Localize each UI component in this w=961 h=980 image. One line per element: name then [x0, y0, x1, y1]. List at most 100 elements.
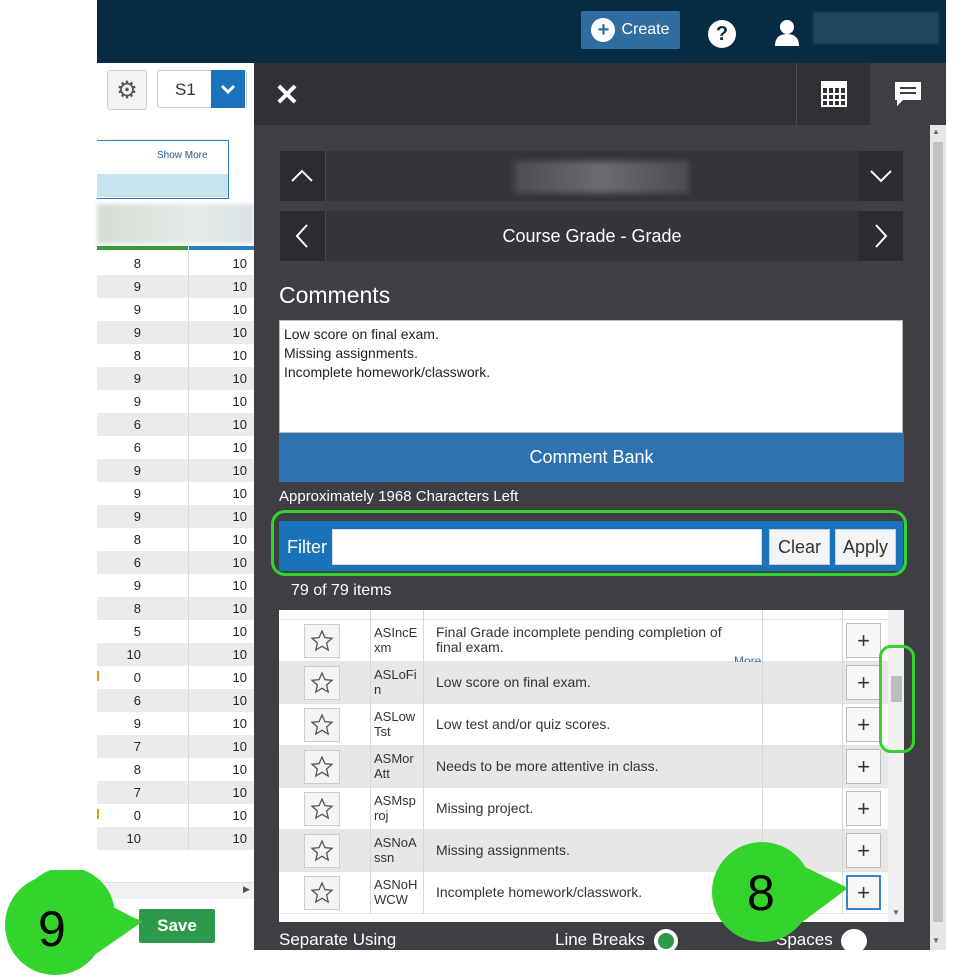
plus-icon: + — [857, 879, 870, 905]
max-score-cell: 10 — [232, 670, 247, 685]
star-icon — [310, 839, 334, 862]
chevron-left-icon — [295, 224, 308, 248]
column-divider — [370, 662, 371, 704]
comment-code: ASLoFi n — [374, 667, 417, 697]
show-more-link[interactable]: Show More — [157, 150, 208, 161]
score-cell[interactable]: 8 — [97, 758, 188, 781]
user-icon[interactable] — [772, 17, 802, 47]
score-cell[interactable]: 6 — [97, 413, 188, 436]
comment-text: Missing project. — [436, 800, 534, 816]
panel-scrollbar-thumb[interactable] — [933, 142, 943, 922]
add-comment-button[interactable]: + — [846, 833, 881, 868]
grade-row: 7 10 — [97, 781, 254, 804]
list-item: ASIncE xm Final Grade incomplete pending c… — [279, 620, 904, 668]
score-cell[interactable]: 7 — [97, 781, 188, 804]
add-comment-button[interactable]: + — [846, 707, 881, 742]
score-cell[interactable]: 8 — [97, 252, 188, 275]
score-cell[interactable]: 8 — [97, 528, 188, 551]
score-cell[interactable]: 8 — [97, 597, 188, 620]
settings-gear-button[interactable]: ⚙ — [107, 70, 147, 110]
scroll-down-icon[interactable]: ▼ — [892, 908, 900, 917]
grade-row: 9 10 — [97, 574, 254, 597]
favorite-star-button[interactable] — [304, 666, 340, 700]
comment-bank-button[interactable]: Comment Bank — [279, 433, 904, 482]
score-cell[interactable]: 0 — [97, 804, 188, 827]
grade-row: 6 10 — [97, 413, 254, 436]
add-comment-button[interactable]: + — [846, 791, 881, 826]
radio-selected-dot — [658, 933, 674, 949]
favorite-star-button[interactable] — [304, 792, 340, 826]
score-cell[interactable]: 8 — [97, 344, 188, 367]
max-score-cell: 10 — [232, 486, 247, 501]
max-score-cell: 10 — [232, 440, 247, 455]
max-score-cell: 10 — [232, 762, 247, 777]
max-score-cell: 10 — [232, 532, 247, 547]
create-button[interactable]: + Create — [581, 11, 680, 49]
next-course-button[interactable] — [859, 211, 903, 261]
score-cell[interactable]: 6 — [97, 689, 188, 712]
previous-course-button[interactable] — [280, 211, 324, 261]
score-cell[interactable]: 9 — [97, 505, 188, 528]
max-score-cell: 10 — [232, 808, 247, 823]
score-cell[interactable]: 6 — [97, 551, 188, 574]
scroll-up-icon[interactable]: ▲ — [932, 127, 940, 136]
column-divider — [762, 788, 763, 830]
grade-row: 5 10 — [97, 620, 254, 643]
column-divider — [842, 788, 843, 830]
help-icon[interactable]: ? — [708, 20, 736, 48]
favorite-star-button[interactable] — [304, 708, 340, 742]
score-cell[interactable]: 6 — [97, 436, 188, 459]
score-cell[interactable]: 9 — [97, 367, 188, 390]
add-comment-button[interactable]: + — [846, 665, 881, 700]
score-cell[interactable]: 9 — [97, 574, 188, 597]
save-button[interactable]: Save — [139, 909, 215, 943]
comment-line: Missing assignments. — [284, 345, 418, 361]
score-cell[interactable]: 10 — [97, 643, 188, 666]
close-icon[interactable]: ✕ — [272, 79, 302, 112]
comment-code: ASNoA ssn — [374, 835, 417, 865]
column-divider — [370, 788, 371, 830]
grid-view-tab[interactable] — [796, 63, 871, 125]
create-label: Create — [621, 21, 670, 38]
comment-code: ASMsp roj — [374, 793, 416, 823]
score-cell[interactable]: 10 — [97, 827, 188, 850]
star-icon — [310, 629, 334, 652]
favorite-star-button[interactable] — [304, 624, 340, 658]
score-cell[interactable]: 0 — [97, 666, 188, 689]
favorite-star-button[interactable] — [304, 876, 340, 910]
favorite-star-button[interactable] — [304, 750, 340, 784]
score-cell[interactable]: 9 — [97, 482, 188, 505]
chevron-down-icon[interactable] — [211, 70, 245, 108]
comment-textarea[interactable]: Low score on final exam. Missing assignme… — [279, 320, 903, 433]
score-cell[interactable]: 9 — [97, 712, 188, 735]
comment-code: ASLow Tst — [374, 709, 416, 739]
score-cell[interactable]: 5 — [97, 620, 188, 643]
step-8-callout — [712, 842, 848, 942]
scroll-down-icon[interactable]: ▼ — [932, 936, 940, 945]
add-comment-button[interactable]: + — [846, 749, 881, 784]
score-cell[interactable]: 9 — [97, 275, 188, 298]
favorite-star-button[interactable] — [304, 834, 340, 868]
plus-icon: + — [857, 753, 870, 779]
score-cell[interactable]: 9 — [97, 459, 188, 482]
grade-row: 10 10 — [97, 827, 254, 850]
comment-view-tab[interactable] — [870, 63, 946, 125]
max-score-cell: 10 — [232, 371, 247, 386]
add-comment-button[interactable]: + — [846, 875, 881, 910]
grade-row: 8 10 — [97, 597, 254, 620]
score-cell[interactable]: 9 — [97, 390, 188, 413]
step-9-number: 9 — [38, 901, 66, 957]
add-comment-button[interactable]: + — [846, 623, 881, 658]
scroll-right-icon[interactable]: ▶ — [243, 884, 250, 895]
list-item: ASLow Tst Low test and/or quiz scores. + — [279, 704, 904, 746]
username-redacted[interactable] — [813, 12, 939, 44]
grade-row: 8 10 — [97, 758, 254, 781]
score-cell[interactable]: 9 — [97, 321, 188, 344]
previous-student-button[interactable] — [280, 151, 324, 201]
score-cell[interactable]: 7 — [97, 735, 188, 758]
chevron-up-icon — [291, 169, 313, 182]
comments-heading: Comments — [279, 282, 391, 308]
score-cell[interactable]: 9 — [97, 298, 188, 321]
characters-left-label: Approximately 1968 Characters Left — [279, 488, 519, 505]
next-student-button[interactable] — [859, 151, 903, 201]
